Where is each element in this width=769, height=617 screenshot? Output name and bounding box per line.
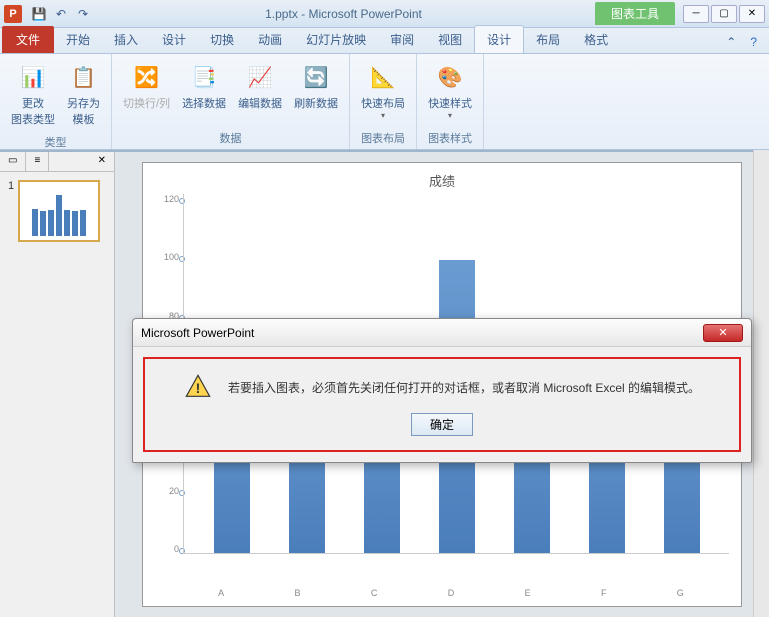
slide-panel: ▭ ≡ ✕ 1 — [0, 152, 115, 617]
x-tick: B — [295, 588, 301, 598]
ribbon-icon: 🎨 — [434, 61, 466, 93]
ribbon-icon: 📐 — [367, 61, 399, 93]
ribbon-button[interactable]: 📑选择数据 — [177, 58, 231, 114]
message-dialog: Microsoft PowerPoint ✕ ! 若要插入图表，必须首先关闭任何… — [132, 318, 752, 463]
ribbon-group-label: 类型 — [0, 134, 111, 153]
ribbon-button[interactable]: 📐快速布局▾ — [356, 58, 410, 123]
tab-slideshow[interactable]: 幻灯片放映 — [294, 26, 378, 53]
quick-access-toolbar: 💾 ↶ ↷ — [30, 5, 92, 23]
x-tick: C — [371, 588, 378, 598]
ribbon-group: 📊更改图表类型📋另存为模板类型 — [0, 54, 112, 149]
y-tick: 100 — [155, 252, 179, 262]
redo-icon[interactable]: ↷ — [74, 5, 92, 23]
ribbon-icon: 📋 — [68, 61, 100, 93]
svg-text:!: ! — [196, 380, 201, 396]
x-tick: G — [677, 588, 684, 598]
ribbon-icon: 🔀 — [131, 61, 163, 93]
dialog-body: ! 若要插入图表，必须首先关闭任何打开的对话框，或者取消 Microsoft E… — [143, 357, 741, 452]
ribbon-button[interactable]: 📈编辑数据 — [233, 58, 287, 114]
ribbon-icon: 📈 — [244, 61, 276, 93]
ribbon-button[interactable]: 🎨快速样式▾ — [423, 58, 477, 123]
slide-thumbnail[interactable]: 1 — [8, 180, 106, 242]
x-tick: E — [525, 588, 531, 598]
slide-number: 1 — [8, 180, 14, 242]
tab-chart-layout[interactable]: 布局 — [524, 26, 572, 53]
tab-view[interactable]: 视图 — [426, 26, 474, 53]
undo-icon[interactable]: ↶ — [52, 5, 70, 23]
dialog-title-text: Microsoft PowerPoint — [141, 326, 254, 340]
title-bar: P 💾 ↶ ↷ 1.pptx - Microsoft PowerPoint 图表… — [0, 0, 769, 28]
dialog-message: 若要插入图表，必须首先关闭任何打开的对话框，或者取消 Microsoft Exc… — [228, 379, 700, 396]
ribbon-button[interactable]: 🔄刷新数据 — [289, 58, 343, 114]
y-tick: 20 — [155, 486, 179, 496]
ribbon-group: 🔀切换行/列📑选择数据📈编辑数据🔄刷新数据数据 — [112, 54, 350, 149]
window-controls: ─ ▢ ✕ — [683, 5, 765, 23]
panel-tab-outline[interactable]: ≡ — [26, 152, 49, 171]
warning-icon: ! — [184, 373, 212, 401]
panel-close-icon[interactable]: ✕ — [90, 152, 114, 171]
panel-tabs: ▭ ≡ ✕ — [0, 152, 114, 172]
tab-chart-design[interactable]: 设计 — [474, 25, 524, 53]
tab-design[interactable]: 设计 — [150, 26, 198, 53]
app-icon: P — [4, 5, 22, 23]
ribbon-group-label: 数据 — [112, 130, 349, 149]
chevron-down-icon: ▾ — [448, 111, 452, 120]
context-tab-chart-tools: 图表工具 — [595, 2, 675, 25]
window-title: 1.pptx - Microsoft PowerPoint — [92, 7, 595, 21]
maximize-button[interactable]: ▢ — [711, 5, 737, 23]
dialog-message-row: ! 若要插入图表，必须首先关闭任何打开的对话框，或者取消 Microsoft E… — [184, 373, 700, 401]
ribbon-group: 🎨快速样式▾ 图表样式 — [417, 54, 484, 149]
tab-insert[interactable]: 插入 — [102, 26, 150, 53]
tab-animations[interactable]: 动画 — [246, 26, 294, 53]
ribbon-button: 🔀切换行/列 — [118, 58, 175, 114]
dialog-titlebar: Microsoft PowerPoint ✕ — [133, 319, 751, 347]
ribbon-tabs: 文件 开始 插入 设计 切换 动画 幻灯片放映 审阅 视图 设计 布局 格式 ⌃… — [0, 28, 769, 54]
tab-review[interactable]: 审阅 — [378, 26, 426, 53]
ribbon-group-label: 图表布局 — [350, 130, 416, 149]
collapse-ribbon-icon[interactable]: ⌃ — [722, 31, 740, 53]
y-tick: 0 — [155, 544, 179, 554]
ribbon-button[interactable]: 📊更改图表类型 — [6, 58, 60, 130]
panel-tab-slides[interactable]: ▭ — [0, 152, 26, 171]
ribbon-icon: 📊 — [17, 61, 49, 93]
chart-title: 成绩 — [155, 171, 729, 190]
close-button[interactable]: ✕ — [739, 5, 765, 23]
chevron-down-icon: ▾ — [381, 111, 385, 120]
help-icon[interactable]: ? — [746, 31, 761, 53]
ribbon-group: 📐快速布局▾ 图表布局 — [350, 54, 417, 149]
x-axis: A B C D E F G — [155, 584, 729, 598]
ribbon-icon: 📑 — [188, 61, 220, 93]
save-icon[interactable]: 💾 — [30, 5, 48, 23]
thumbnail-preview — [18, 180, 100, 242]
minimize-button[interactable]: ─ — [683, 5, 709, 23]
ok-button[interactable]: 确定 — [411, 413, 473, 436]
x-tick: F — [601, 588, 607, 598]
tab-home[interactable]: 开始 — [54, 26, 102, 53]
x-tick: D — [448, 588, 455, 598]
x-tick: A — [218, 588, 224, 598]
vertical-scrollbar[interactable] — [753, 150, 769, 617]
y-tick: 120 — [155, 194, 179, 204]
ribbon: 📊更改图表类型📋另存为模板类型🔀切换行/列📑选择数据📈编辑数据🔄刷新数据数据📐快… — [0, 54, 769, 150]
ribbon-button[interactable]: 📋另存为模板 — [62, 58, 105, 130]
ribbon-icon: 🔄 — [300, 61, 332, 93]
tab-chart-format[interactable]: 格式 — [572, 26, 620, 53]
ribbon-help: ⌃ ? — [722, 31, 761, 53]
file-tab[interactable]: 文件 — [2, 26, 54, 53]
tab-transitions[interactable]: 切换 — [198, 26, 246, 53]
dialog-close-button[interactable]: ✕ — [703, 324, 743, 342]
ribbon-group-label: 图表样式 — [417, 130, 483, 149]
